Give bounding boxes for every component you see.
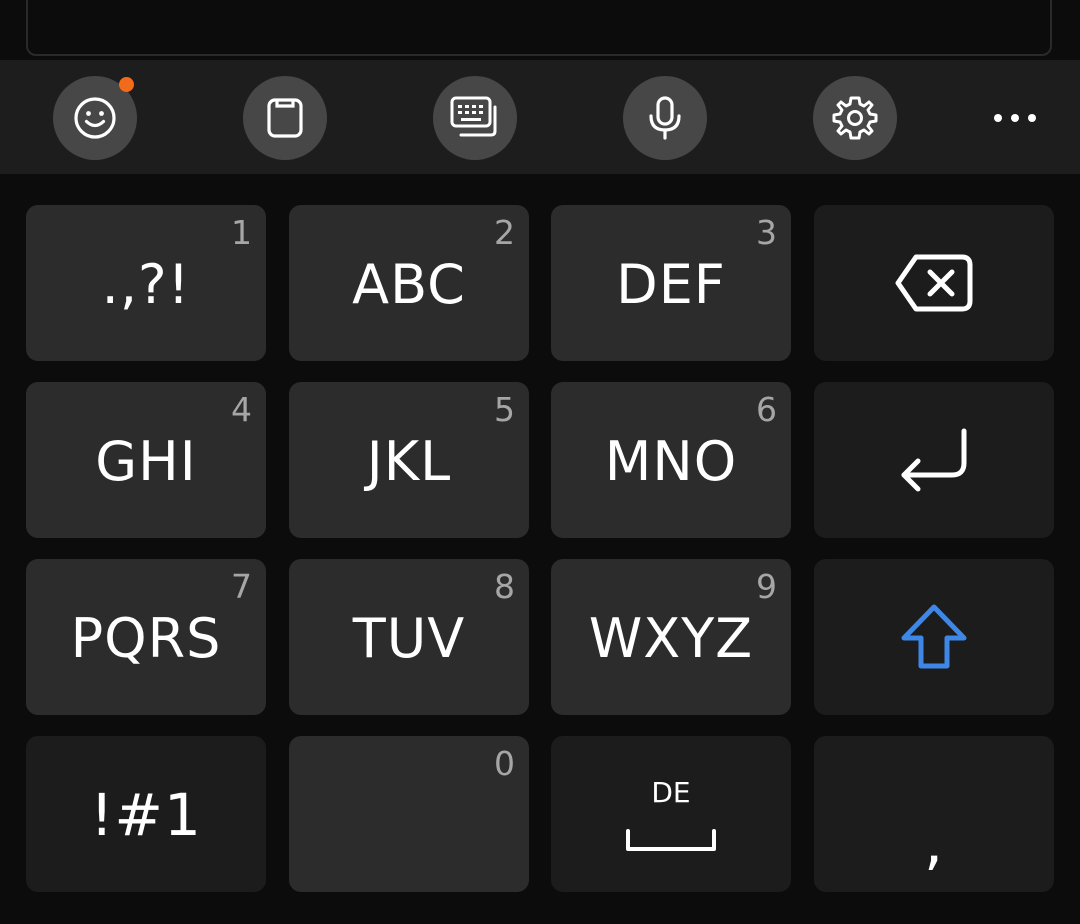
key-2[interactable]: 2 ABC — [289, 205, 529, 361]
key-label: MNO — [604, 430, 738, 493]
key-9[interactable]: 9 WXYZ — [551, 559, 791, 715]
key-label: WXYZ — [588, 607, 754, 670]
shift-key[interactable] — [814, 559, 1054, 715]
key-number: 7 — [231, 567, 252, 606]
more-options-button[interactable] — [975, 76, 1055, 160]
clipboard-button[interactable] — [243, 76, 327, 160]
key-7[interactable]: 7 PQRS — [26, 559, 266, 715]
emoji-icon — [74, 97, 116, 139]
settings-button[interactable] — [813, 76, 897, 160]
keyboard-mode-icon — [450, 96, 497, 137]
key-number: 9 — [756, 567, 777, 606]
key-number: 6 — [756, 390, 777, 429]
key-label: DEF — [616, 253, 726, 316]
comma-key[interactable]: , — [814, 736, 1054, 892]
key-6[interactable]: 6 MNO — [551, 382, 791, 538]
keyboard-toolbar — [0, 60, 1080, 174]
input-area — [0, 0, 1080, 60]
clipboard-icon — [267, 98, 303, 138]
key-4[interactable]: 4 GHI — [26, 382, 266, 538]
text-input-field[interactable] — [26, 0, 1052, 56]
backspace-key[interactable] — [814, 205, 1054, 361]
key-number: 2 — [494, 213, 515, 252]
backspace-icon — [895, 254, 973, 312]
voice-input-button[interactable] — [623, 76, 707, 160]
space-key[interactable]: DE — [551, 736, 791, 892]
key-number: 8 — [494, 567, 515, 606]
language-label: DE — [651, 776, 691, 809]
space-bar-icon — [626, 829, 716, 851]
enter-icon — [901, 428, 967, 492]
enter-key[interactable] — [814, 382, 1054, 538]
key-number: 3 — [756, 213, 777, 252]
key-label: TUV — [352, 607, 466, 670]
key-label: !#1 — [90, 781, 202, 849]
key-3[interactable]: 3 DEF — [551, 205, 791, 361]
key-label: .,?! — [101, 253, 191, 316]
key-1[interactable]: 1 .,?! — [26, 205, 266, 361]
key-label: JKL — [366, 430, 452, 493]
emoji-button[interactable] — [53, 76, 137, 160]
shift-arrow-icon — [901, 604, 967, 669]
key-label: GHI — [95, 430, 197, 493]
key-label: , — [923, 808, 945, 878]
settings-gear-icon — [832, 96, 878, 140]
key-number: 4 — [231, 390, 252, 429]
key-number: 0 — [494, 744, 515, 783]
microphone-icon — [649, 96, 681, 140]
key-label: ABC — [352, 253, 466, 316]
key-label: PQRS — [70, 607, 222, 670]
notification-dot — [119, 77, 134, 92]
t9-keyboard: 1 .,?! 2 ABC 3 DEF 4 GHI 5 JKL 6 MNO 7 P… — [0, 174, 1080, 924]
keyboard-mode-button[interactable] — [433, 76, 517, 160]
key-8[interactable]: 8 TUV — [289, 559, 529, 715]
key-number: 5 — [494, 390, 515, 429]
symbols-key[interactable]: !#1 — [26, 736, 266, 892]
key-number: 1 — [231, 213, 252, 252]
more-horizontal-icon — [994, 114, 1036, 122]
key-0[interactable]: 0 — [289, 736, 529, 892]
key-5[interactable]: 5 JKL — [289, 382, 529, 538]
